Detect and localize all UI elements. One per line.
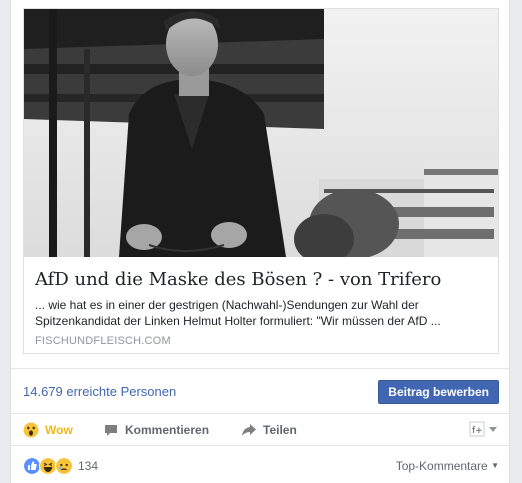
caret-down-icon: ▼ (491, 461, 499, 470)
svg-text:f+: f+ (472, 426, 483, 436)
wow-emoji-icon (23, 422, 39, 438)
share-label: Teilen (263, 422, 297, 437)
link-preview-description: ... wie hat es in einer der gestrigen (N… (35, 298, 441, 328)
comment-icon (103, 422, 119, 438)
comment-label: Kommentieren (125, 422, 210, 437)
link-preview-image[interactable] (24, 9, 498, 257)
promote-post-button[interactable]: Beitrag bewerben (378, 380, 499, 404)
share-arrow-icon (241, 422, 257, 438)
page-avatar-icon: f+ (469, 421, 497, 437)
share-button[interactable]: Teilen (241, 414, 297, 445)
link-preview-card[interactable]: AfD und die Maske des Bösen ? - von Trif… (23, 8, 499, 354)
page-identity-switcher[interactable]: f+ (469, 421, 499, 437)
post-actions-bar: Wow Kommentieren Teilen f+ (11, 414, 509, 446)
sad-reaction-icon (55, 457, 73, 475)
comment-button[interactable]: Kommentieren (103, 414, 209, 445)
link-preview-domain: FISCHUNDFLEISCH.COM (35, 335, 171, 347)
reaction-count: 134 (78, 459, 99, 473)
reach-count-link[interactable]: 14.679 erreichte Personen (23, 384, 176, 399)
wow-reaction-button[interactable]: Wow (23, 414, 73, 445)
link-preview-title[interactable]: AfD und die Maske des Bösen ? - von Trif… (35, 269, 490, 290)
comment-sort-label: Top-Kommentare (395, 459, 488, 473)
wow-label: Wow (45, 422, 73, 437)
reaction-summary[interactable]: 134 (23, 457, 98, 475)
post-insights-row: 14.679 erreichte Personen Beitrag bewerb… (11, 368, 509, 414)
facebook-post: AfD und die Maske des Bösen ? - von Trif… (10, 0, 510, 483)
comment-sort-dropdown[interactable]: Top-Kommentare ▼ (396, 459, 499, 473)
reaction-summary-row: 134 Top-Kommentare ▼ (11, 446, 509, 483)
